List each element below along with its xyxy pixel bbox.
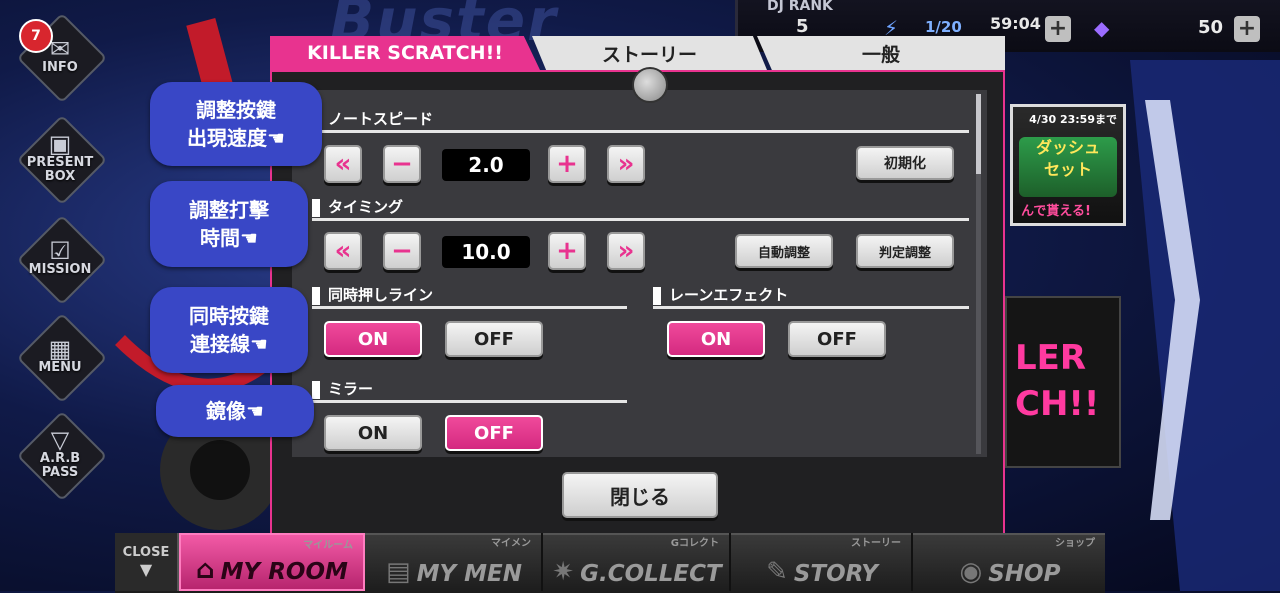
nav-label: STORY: [793, 561, 878, 587]
checkbox-icon: ☑: [49, 237, 71, 265]
nav-label: SHOP: [988, 561, 1061, 587]
mirror-off-button[interactable]: OFF: [445, 415, 543, 451]
tab-general[interactable]: 一般: [757, 36, 1005, 70]
nav-sub-label: Gコレクト: [670, 538, 719, 549]
scrollbar[interactable]: [976, 94, 981, 454]
event-banner[interactable]: 4/30 23:59まで ダッシュ セット んで貰える!: [1010, 104, 1126, 226]
simultaneous-line-on-button[interactable]: ON: [324, 321, 422, 357]
speed-fast-increase-button[interactable]: »: [607, 145, 645, 183]
dj-rank-value: 5: [796, 16, 809, 37]
speed-fast-decrease-button[interactable]: «: [324, 145, 362, 183]
timing-increase-button[interactable]: +: [548, 232, 586, 270]
sidebar-item-present-box[interactable]: ▣ PRESENT BOX: [16, 114, 108, 206]
add-gem-button[interactable]: +: [1234, 16, 1260, 42]
speed-increase-button[interactable]: +: [548, 145, 586, 183]
star-icon: ✷: [552, 557, 575, 587]
add-stamina-button[interactable]: +: [1045, 16, 1071, 42]
mirror-on-button[interactable]: ON: [324, 415, 422, 451]
nav-label: MY MEN: [416, 561, 522, 587]
house-icon: ⌂: [196, 555, 215, 585]
speed-decrease-button[interactable]: −: [383, 145, 421, 183]
event-footer: んで貰える!: [1021, 204, 1091, 219]
lane-effect-off-button[interactable]: OFF: [788, 321, 886, 357]
event-title-2: セット: [1043, 160, 1092, 179]
gem-count: 50: [1198, 17, 1224, 38]
sidebar-item-label: MISSION: [28, 262, 92, 277]
mail-icon: ✉: [49, 35, 71, 63]
section-mirror: ミラー: [312, 378, 627, 403]
nav-label: MY ROOM: [220, 559, 348, 585]
nav-close-button[interactable]: CLOSE ▼: [115, 533, 179, 591]
sidebar-item-label: PRESENT BOX: [26, 155, 94, 184]
nav-story[interactable]: ストーリー ✎ STORY: [733, 533, 913, 591]
nav-my-room[interactable]: マイルーム ⌂ MY ROOM: [179, 533, 365, 591]
annotation-note-speed: 調整按鍵 出現速度☚: [150, 82, 322, 166]
tab-killer-scratch[interactable]: KILLER SCRATCH!!: [270, 36, 540, 70]
nav-sub-label: ショップ: [1055, 538, 1095, 549]
sidebar-item-label: INFO: [42, 60, 78, 75]
nav-close-label: CLOSE: [122, 545, 170, 560]
timing-fast-decrease-button[interactable]: «: [324, 232, 362, 270]
settings-dialog: ノートスピード « − 2.0 + » 初期化 タイミング « − 10.0 +…: [270, 70, 1005, 543]
sidebar-item-menu[interactable]: ▦ MENU: [16, 312, 108, 404]
section-simultaneous-line: 同時押しライン: [312, 284, 627, 309]
nav-sub-label: マイルーム: [303, 540, 353, 551]
stamina-value: 1/20: [925, 18, 962, 36]
timing-value: 10.0: [442, 236, 530, 268]
auto-adjust-button[interactable]: 自動調整: [735, 234, 833, 268]
timing-fast-increase-button[interactable]: »: [607, 232, 645, 270]
event-date: 4/30 23:59まで: [1029, 113, 1117, 126]
event-title-1: ダッシュ: [1035, 138, 1100, 157]
section-note-speed: ノートスピード: [312, 108, 969, 133]
chevron-down-icon: ▼: [139, 560, 153, 579]
banner-text-1: LER: [1015, 338, 1087, 378]
section-title: 同時押しライン: [328, 286, 434, 304]
dj-rank-label: DJ RANK: [767, 0, 833, 14]
stamina-timer: 59:04: [990, 14, 1041, 33]
nav-g-collect[interactable]: Gコレクト ✷ G.COLLECT: [545, 533, 731, 591]
close-dialog-button[interactable]: 閉じる: [562, 472, 718, 518]
info-badge: 7: [19, 19, 53, 53]
nav-sub-label: ストーリー: [851, 538, 901, 549]
section-title: タイミング: [328, 198, 404, 216]
nav-shop[interactable]: ショップ ◉ SHOP: [915, 533, 1105, 591]
section-title: ノートスピード: [328, 110, 434, 128]
reset-speed-button[interactable]: 初期化: [856, 146, 954, 180]
section-lane-effect: レーンエフェクト: [653, 284, 969, 309]
annotation-timing: 調整打擊 時間☚: [150, 181, 308, 267]
lane-effect-on-button[interactable]: ON: [667, 321, 765, 357]
simultaneous-line-off-button[interactable]: OFF: [445, 321, 543, 357]
microphone-icon: ✎: [766, 557, 788, 587]
note-speed-value: 2.0: [442, 149, 530, 181]
sidebar-item-label: MENU: [38, 360, 82, 375]
scroll-handle[interactable]: [632, 67, 668, 103]
sidebar-item-label: A.R.B PASS: [39, 451, 81, 480]
pass-icon: ▽: [50, 426, 70, 454]
section-timing: タイミング: [312, 196, 969, 221]
section-title: ミラー: [328, 380, 374, 398]
gem-icon: ◆: [1094, 16, 1110, 40]
banner-text-2: CH!!: [1015, 384, 1100, 424]
sidebar-item-mission[interactable]: ☑ MISSION: [16, 214, 108, 306]
killer-scratch-banner[interactable]: LER CH!!: [1005, 296, 1121, 468]
nav-my-men[interactable]: マイメン ▤ MY MEN: [367, 533, 543, 591]
gift-icon: ▣: [48, 130, 72, 158]
sidebar-item-arb-pass[interactable]: ▽ A.R.B PASS: [16, 410, 108, 502]
annotation-mirror: 鏡像☚: [156, 385, 314, 437]
section-title: レーンエフェクト: [669, 286, 789, 304]
cards-icon: ▤: [386, 557, 411, 587]
shop-icon: ◉: [959, 557, 983, 587]
tab-story[interactable]: ストーリー: [532, 36, 767, 70]
annotation-simultaneous-line: 同時按鍵 連接線☚: [150, 287, 308, 373]
judge-adjust-button[interactable]: 判定調整: [856, 234, 954, 268]
event-art: ダッシュ セット: [1019, 137, 1117, 197]
nav-sub-label: マイメン: [491, 538, 531, 549]
timing-decrease-button[interactable]: −: [383, 232, 421, 270]
nav-label: G.COLLECT: [580, 561, 722, 587]
grid-icon: ▦: [48, 335, 72, 363]
settings-tabs: 一般 ストーリー KILLER SCRATCH!!: [270, 36, 1005, 70]
settings-panel: ノートスピード « − 2.0 + » 初期化 タイミング « − 10.0 +…: [292, 90, 987, 457]
